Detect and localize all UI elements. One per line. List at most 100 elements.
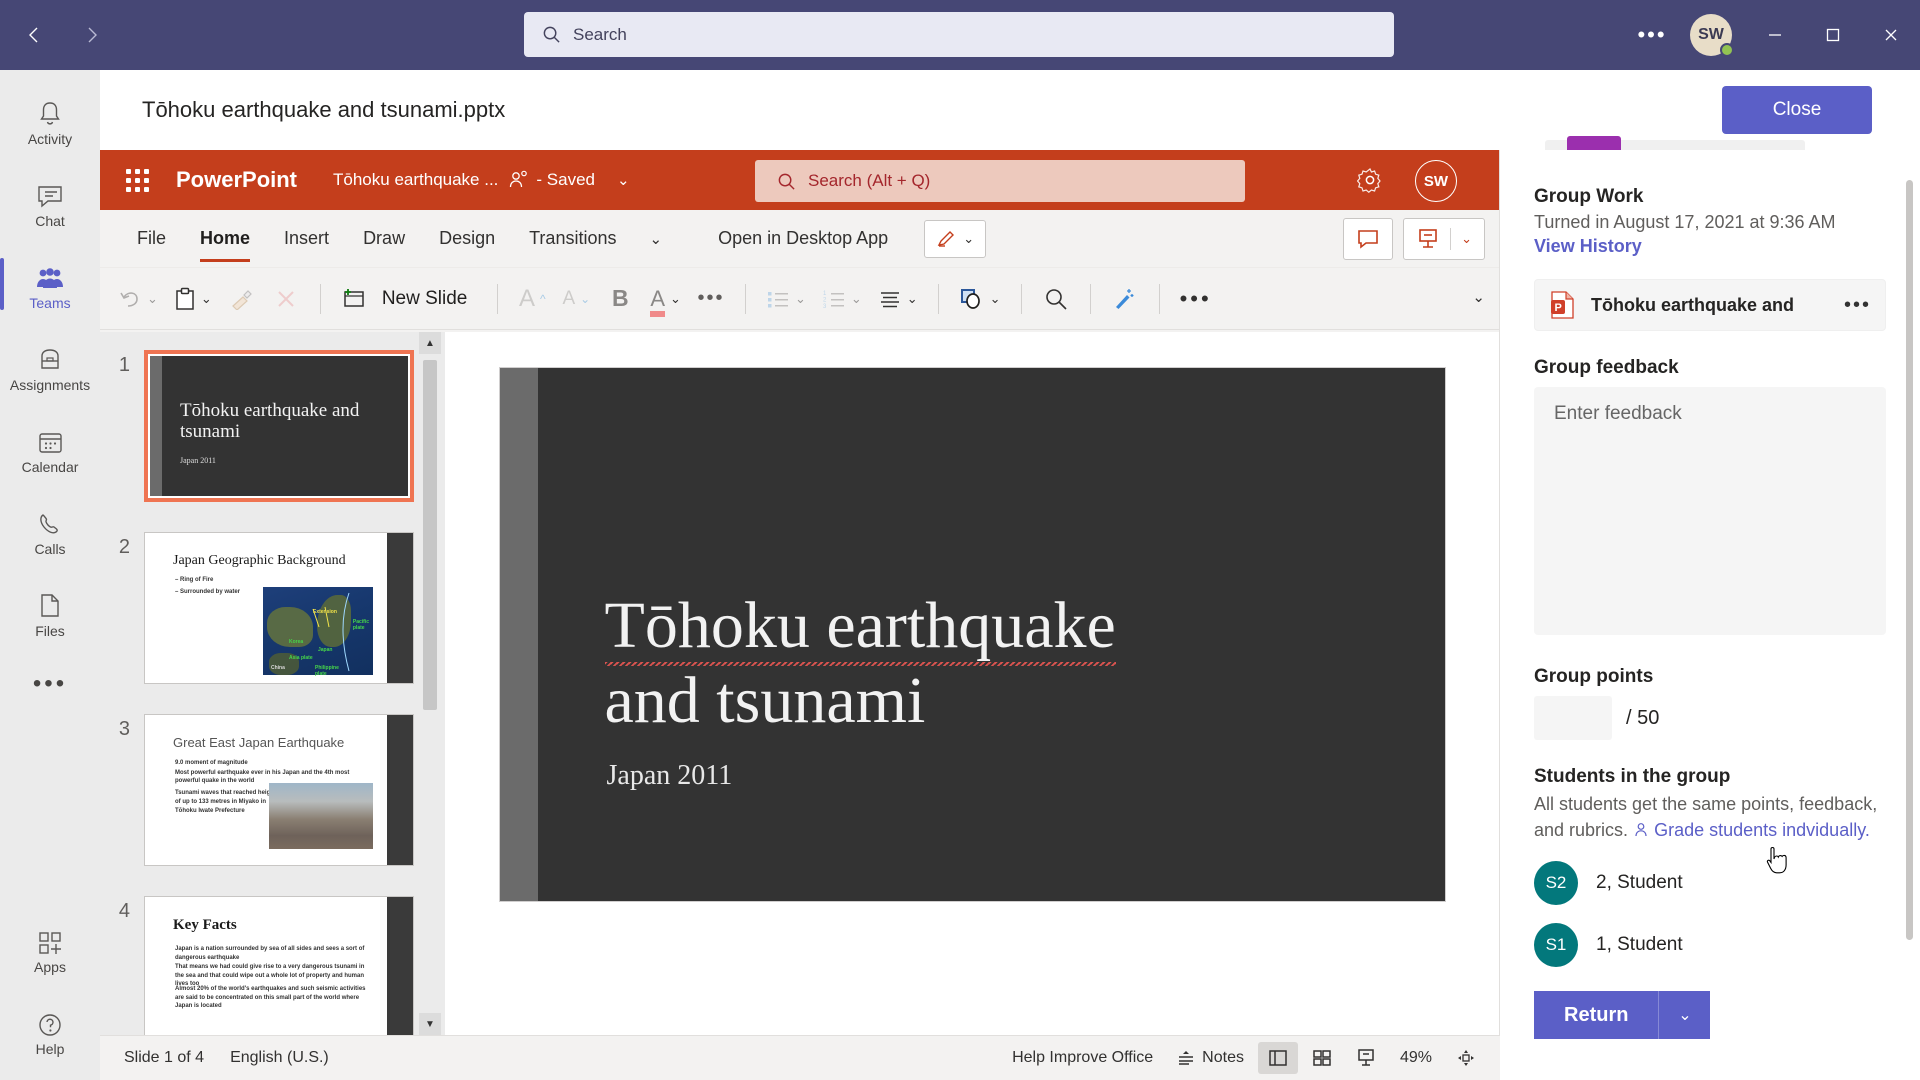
- align-button[interactable]: ⌄: [872, 277, 924, 321]
- sidebar-more-apps-button[interactable]: •••: [0, 654, 100, 714]
- tab-insert[interactable]: Insert: [267, 210, 346, 268]
- sidebar-item-files[interactable]: Files: [0, 572, 100, 654]
- tab-transitions[interactable]: Transitions: [512, 210, 633, 268]
- sidebar-item-teams[interactable]: Teams: [0, 244, 100, 326]
- caret-up-icon: ^: [540, 291, 546, 306]
- font-more-button[interactable]: •••: [691, 277, 731, 321]
- slide-thumbnail-2[interactable]: Japan Geographic Background – Ring of Fi…: [144, 532, 414, 684]
- shrink-font-button[interactable]: A ⌄: [556, 277, 596, 321]
- bullets-button[interactable]: ⌄: [760, 277, 812, 321]
- student-row[interactable]: S1 1, Student: [1534, 923, 1886, 968]
- paste-chevron-down-icon[interactable]: ⌄: [201, 291, 212, 307]
- sidebar-item-calls[interactable]: Calls: [0, 490, 100, 572]
- slide-thumbnail-3[interactable]: Great East Japan Earthquake 9.0 moment o…: [144, 714, 414, 866]
- tab-home[interactable]: Home: [183, 210, 267, 268]
- tab-draw[interactable]: Draw: [346, 210, 422, 268]
- return-chevron-down-icon[interactable]: ⌄: [1658, 991, 1711, 1040]
- slide-thumbnail-1[interactable]: Tōhoku earthquake and tsunami Japan 2011: [144, 350, 414, 502]
- scroll-up-icon[interactable]: ▲: [419, 332, 441, 354]
- student-row[interactable]: S2 2, Student: [1534, 861, 1886, 906]
- titlebar-more-button[interactable]: •••: [1628, 0, 1676, 70]
- open-in-desktop-app-button[interactable]: Open in Desktop App: [708, 228, 898, 249]
- powerpoint-brand[interactable]: PowerPoint: [176, 167, 297, 193]
- share-person-icon[interactable]: [508, 170, 530, 190]
- current-slide[interactable]: Tōhoku earthquake and tsunami Japan 2011: [499, 368, 1445, 901]
- undo-button[interactable]: ⌄: [112, 277, 164, 321]
- font-color-chevron-down-icon[interactable]: ⌄: [670, 291, 681, 307]
- pen-chevron-down-icon[interactable]: ⌄: [963, 231, 974, 247]
- file-more-options-button[interactable]: •••: [1844, 294, 1871, 317]
- return-button[interactable]: Return: [1534, 991, 1659, 1040]
- close-button[interactable]: Close: [1722, 86, 1872, 134]
- ribbon-expand-chevron-down-icon[interactable]: ⌄: [1472, 288, 1485, 306]
- powerpoint-search-input[interactable]: Search (Alt + Q): [755, 160, 1245, 202]
- ink-pen-button[interactable]: ⌄: [924, 219, 987, 258]
- clear-formatting-button[interactable]: [266, 277, 306, 321]
- zoom-level[interactable]: 49%: [1390, 1043, 1442, 1073]
- scroll-down-icon[interactable]: ▼: [419, 1013, 441, 1035]
- attached-file-card[interactable]: P Tōhoku earthquake and •••: [1534, 279, 1886, 331]
- slide-subtitle[interactable]: Japan 2011: [607, 760, 733, 792]
- numbering-chevron-down-icon[interactable]: ⌄: [851, 291, 862, 307]
- help-improve-office-button[interactable]: Help Improve Office: [1002, 1043, 1163, 1073]
- group-feedback-input[interactable]: [1534, 387, 1886, 635]
- notes-button[interactable]: Notes: [1167, 1043, 1254, 1073]
- reading-view-button[interactable]: [1346, 1042, 1386, 1074]
- grade-students-individually-link[interactable]: Grade students indvidually.: [1654, 820, 1870, 840]
- present-button[interactable]: ⌄: [1403, 218, 1485, 260]
- thumbnail-scrollbar[interactable]: ▲ ▼: [419, 332, 441, 1035]
- normal-view-button[interactable]: [1257, 1042, 1298, 1074]
- view-history-link[interactable]: View History: [1534, 236, 1886, 257]
- teams-search-input[interactable]: Search: [524, 12, 1394, 57]
- grow-font-button[interactable]: A ^: [512, 277, 552, 321]
- forward-icon[interactable]: [72, 15, 112, 55]
- present-chevron-down-icon[interactable]: ⌄: [1461, 231, 1472, 247]
- gear-icon[interactable]: [1353, 163, 1387, 197]
- undo-chevron-down-icon[interactable]: ⌄: [147, 291, 158, 307]
- sidebar-item-chat[interactable]: Chat: [0, 162, 100, 244]
- tabs-overflow-chevron-down-icon[interactable]: ⌄: [633, 230, 678, 248]
- app-launcher-icon[interactable]: [114, 168, 160, 192]
- language-indicator[interactable]: English (U.S.): [230, 1049, 329, 1067]
- toolbar-overflow-button[interactable]: •••: [1174, 277, 1218, 321]
- align-chevron-down-icon[interactable]: ⌄: [907, 291, 918, 307]
- font-color-button[interactable]: A ⌄: [644, 277, 687, 321]
- avatar[interactable]: SW: [1690, 14, 1734, 57]
- slide-sorter-button[interactable]: [1302, 1042, 1342, 1074]
- find-button[interactable]: [1036, 277, 1076, 321]
- bullets-chevron-down-icon[interactable]: ⌄: [795, 291, 806, 307]
- powerpoint-avatar[interactable]: SW: [1415, 160, 1457, 202]
- new-slide-button[interactable]: New Slide: [335, 277, 484, 321]
- tab-design[interactable]: Design: [422, 210, 512, 268]
- format-painter-button[interactable]: [222, 277, 262, 321]
- scrollbar-thumb[interactable]: [423, 360, 437, 710]
- back-icon[interactable]: [14, 15, 54, 55]
- sidebar-item-assignments[interactable]: Assignments: [0, 326, 100, 408]
- file-menu-chevron-down-icon[interactable]: ⌄: [617, 171, 630, 189]
- sidebar-item-calendar[interactable]: Calendar: [0, 408, 100, 490]
- powerpoint-embed: PowerPoint Tōhoku earthquake ... - Saved…: [100, 150, 1500, 1080]
- sidebar-item-apps[interactable]: Apps: [0, 908, 100, 990]
- close-window-button[interactable]: [1862, 0, 1920, 70]
- fit-to-window-button[interactable]: [1446, 1042, 1486, 1074]
- minimize-button[interactable]: [1746, 0, 1804, 70]
- slide-title[interactable]: Tōhoku earthquake and tsunami: [604, 588, 1305, 738]
- panel-scrollbar[interactable]: [1906, 150, 1916, 1080]
- scrollbar-thumb[interactable]: [1906, 180, 1913, 940]
- shapes-chevron-down-icon[interactable]: ⌄: [990, 291, 1001, 307]
- slide-thumbnail-4[interactable]: Key Facts Japan is a nation surrounded b…: [144, 896, 414, 1035]
- sidebar-item-label: Teams: [29, 294, 71, 311]
- sidebar-item-help[interactable]: Help: [0, 990, 100, 1072]
- paste-button[interactable]: ⌄: [168, 277, 218, 321]
- numbering-button[interactable]: 123 ⌄: [816, 277, 868, 321]
- comments-button[interactable]: [1343, 218, 1394, 260]
- sidebar-item-activity[interactable]: Activity: [0, 80, 100, 162]
- bold-button[interactable]: B: [600, 277, 640, 321]
- tab-file[interactable]: File: [120, 210, 183, 268]
- designer-button[interactable]: [1105, 277, 1145, 321]
- group-points-input[interactable]: [1534, 696, 1612, 740]
- calendar-icon: [37, 424, 64, 456]
- maximize-button[interactable]: [1804, 0, 1862, 70]
- shapes-button[interactable]: ⌄: [953, 277, 1007, 321]
- powerpoint-file-name[interactable]: Tōhoku earthquake ...: [333, 170, 498, 190]
